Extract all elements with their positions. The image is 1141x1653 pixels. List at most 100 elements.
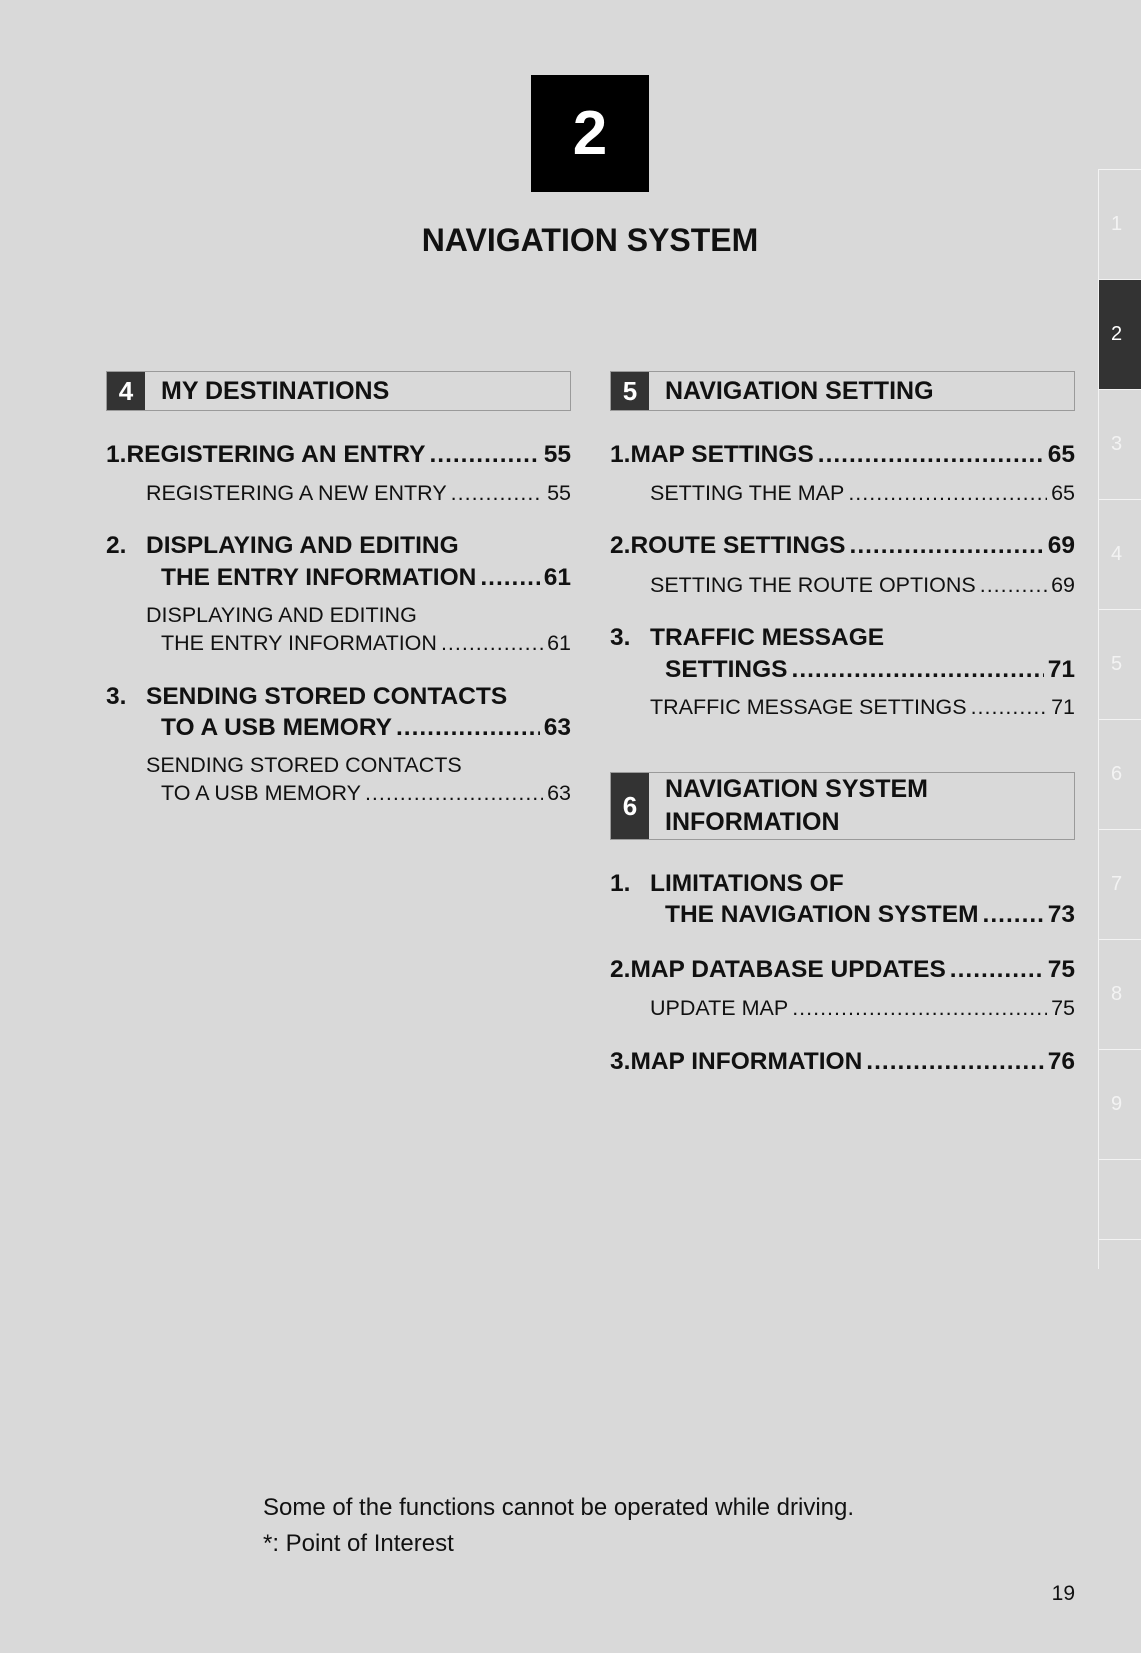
toc-subentry-continued[interactable]: THE ENTRY INFORMATION 61 [161,628,571,658]
toc-entry[interactable]: 2. DISPLAYING AND EDITING [106,531,571,561]
entry-title-line2: SETTINGS [665,656,788,683]
toc-entry-continued[interactable]: TO A USB MEMORY 63 [161,713,571,743]
tabs-bottom-divider [1098,1239,1141,1240]
toc-entry[interactable]: 3. TRAFFIC MESSAGE [610,623,1075,653]
section-title-line2: INFORMATION [665,808,840,836]
entry-index: 3. [610,1048,631,1075]
dot-leader [792,996,1047,1021]
chapter-tab[interactable]: 2 [1098,279,1141,389]
dot-leader [848,481,1047,506]
dot-leader [396,714,540,742]
chapter-tab[interactable]: 3 [1098,389,1141,499]
section-header-navigation-setting: 5 NAVIGATION SETTING [610,371,1075,411]
dot-leader [983,901,1044,929]
chapter-tab[interactable]: 1 [1098,169,1141,279]
subentry-title: REGISTERING A NEW ENTRY [146,480,447,505]
chapter-tab[interactable]: 6 [1098,719,1141,829]
toc-entry-continued[interactable]: SETTINGS 71 [665,655,1075,685]
subentry-page: 55 [547,480,571,505]
subentry-title-line1: DISPLAYING AND EDITING [146,602,417,627]
dot-leader [818,441,1044,469]
dot-leader [429,441,539,469]
toc-entry[interactable]: 2. ROUTE SETTINGS 69 [610,531,1075,561]
entry-title: MAP SETTINGS [630,441,814,468]
section-header-navigation-system-information: 6 NAVIGATION SYSTEM INFORMATION [610,772,1075,840]
toc-subentry[interactable]: TRAFFIC MESSAGE SETTINGS 71 [650,692,1075,722]
entry-page: 61 [543,564,571,591]
entry-title-line2: THE ENTRY INFORMATION [161,564,477,591]
toc-subentry[interactable]: SETTING THE ROUTE OPTIONS 69 [650,570,1075,600]
chapter-tab[interactable] [1098,1159,1141,1269]
dot-leader [950,956,1044,984]
toc-entry[interactable]: 3. MAP INFORMATION 76 [610,1047,1075,1077]
chapter-tab[interactable]: 7 [1098,829,1141,939]
chapter-tab[interactable]: 8 [1098,939,1141,1049]
entry-page: 65 [1047,441,1075,468]
page-number: 19 [1051,1582,1075,1605]
entry-page: 73 [1047,901,1075,928]
subentry-title: SETTING THE MAP [650,480,845,505]
subentry-page: 65 [1051,480,1075,505]
section-header-my-destinations: 4 MY DESTINATIONS [106,371,571,411]
toc-subentry[interactable]: REGISTERING A NEW ENTRY 55 [146,478,571,508]
toc-entry[interactable]: 1. LIMITATIONS OF [610,869,1075,899]
dot-leader [866,1048,1043,1076]
section-title: NAVIGATION SETTING [665,376,934,405]
section-title-line1: NAVIGATION SYSTEM [665,775,928,803]
dot-leader [971,695,1048,720]
entry-page: 63 [543,714,571,741]
subentry-page: 71 [1051,694,1075,719]
entry-page: 71 [1047,656,1075,683]
footer-note: Some of the functions cannot be operated… [263,1494,855,1521]
entry-title: REGISTERING AN ENTRY [126,441,426,468]
toc-entry[interactable]: 1. MAP SETTINGS 65 [610,440,1075,470]
chapter-tab[interactable]: 9 [1098,1049,1141,1159]
chapter-tab[interactable]: 5 [1098,609,1141,719]
entry-title: ROUTE SETTINGS [630,532,846,559]
footer-poi-note: *: Point of Interest [263,1530,454,1557]
entry-index: 3. [610,624,631,651]
subentry-page: 63 [547,780,571,805]
toc-subentry[interactable]: SENDING STORED CONTACTS [146,750,571,780]
entry-title-line1: LIMITATIONS OF [650,870,844,897]
section-number: 4 [107,372,145,410]
subentry-page: 69 [1051,572,1075,597]
subentry-title-line2: THE ENTRY INFORMATION [161,630,437,655]
toc-subentry[interactable]: DISPLAYING AND EDITING [146,600,571,630]
toc-entry-continued[interactable]: THE NAVIGATION SYSTEM 73 [665,900,1075,930]
entry-title: MAP INFORMATION [630,1048,863,1075]
dot-leader [365,781,543,806]
dot-leader [980,573,1047,598]
subentry-page: 75 [1051,995,1075,1020]
entry-title-line2: THE NAVIGATION SYSTEM [665,901,979,928]
chapter-number-box: 2 [531,75,649,192]
toc-entry-continued[interactable]: THE ENTRY INFORMATION 61 [161,563,571,593]
subentry-page: 61 [547,630,571,655]
entry-page: 55 [543,441,571,468]
dot-leader [792,656,1044,684]
dot-leader [480,564,539,592]
entry-index: 2. [610,956,631,983]
subentry-title: TRAFFIC MESSAGE SETTINGS [650,694,967,719]
toc-entry[interactable]: 2. MAP DATABASE UPDATES 75 [610,955,1075,985]
toc-subentry[interactable]: UPDATE MAP 75 [650,993,1075,1023]
toc-entry[interactable]: 1. REGISTERING AN ENTRY 55 [106,440,571,470]
entry-index: 2. [106,532,127,559]
subentry-title: SETTING THE ROUTE OPTIONS [650,572,976,597]
entry-index: 1. [610,441,631,468]
chapter-tab[interactable]: 4 [1098,499,1141,609]
dot-leader [850,532,1044,560]
subentry-title: UPDATE MAP [650,995,789,1020]
section-title: MY DESTINATIONS [161,376,390,405]
toc-subentry-continued[interactable]: TO A USB MEMORY 63 [161,778,571,808]
entry-index: 3. [106,683,127,710]
section-title: NAVIGATION SYSTEM INFORMATION [649,773,928,839]
entry-index: 1. [610,870,631,897]
dot-leader [441,631,543,656]
toc-subentry[interactable]: SETTING THE MAP 65 [650,478,1075,508]
entry-page: 76 [1047,1048,1075,1075]
toc-entry[interactable]: 3. SENDING STORED CONTACTS [106,682,571,712]
section-number: 5 [611,372,649,410]
entry-index: 2. [610,532,631,559]
entry-title-line1: SENDING STORED CONTACTS [146,683,508,710]
